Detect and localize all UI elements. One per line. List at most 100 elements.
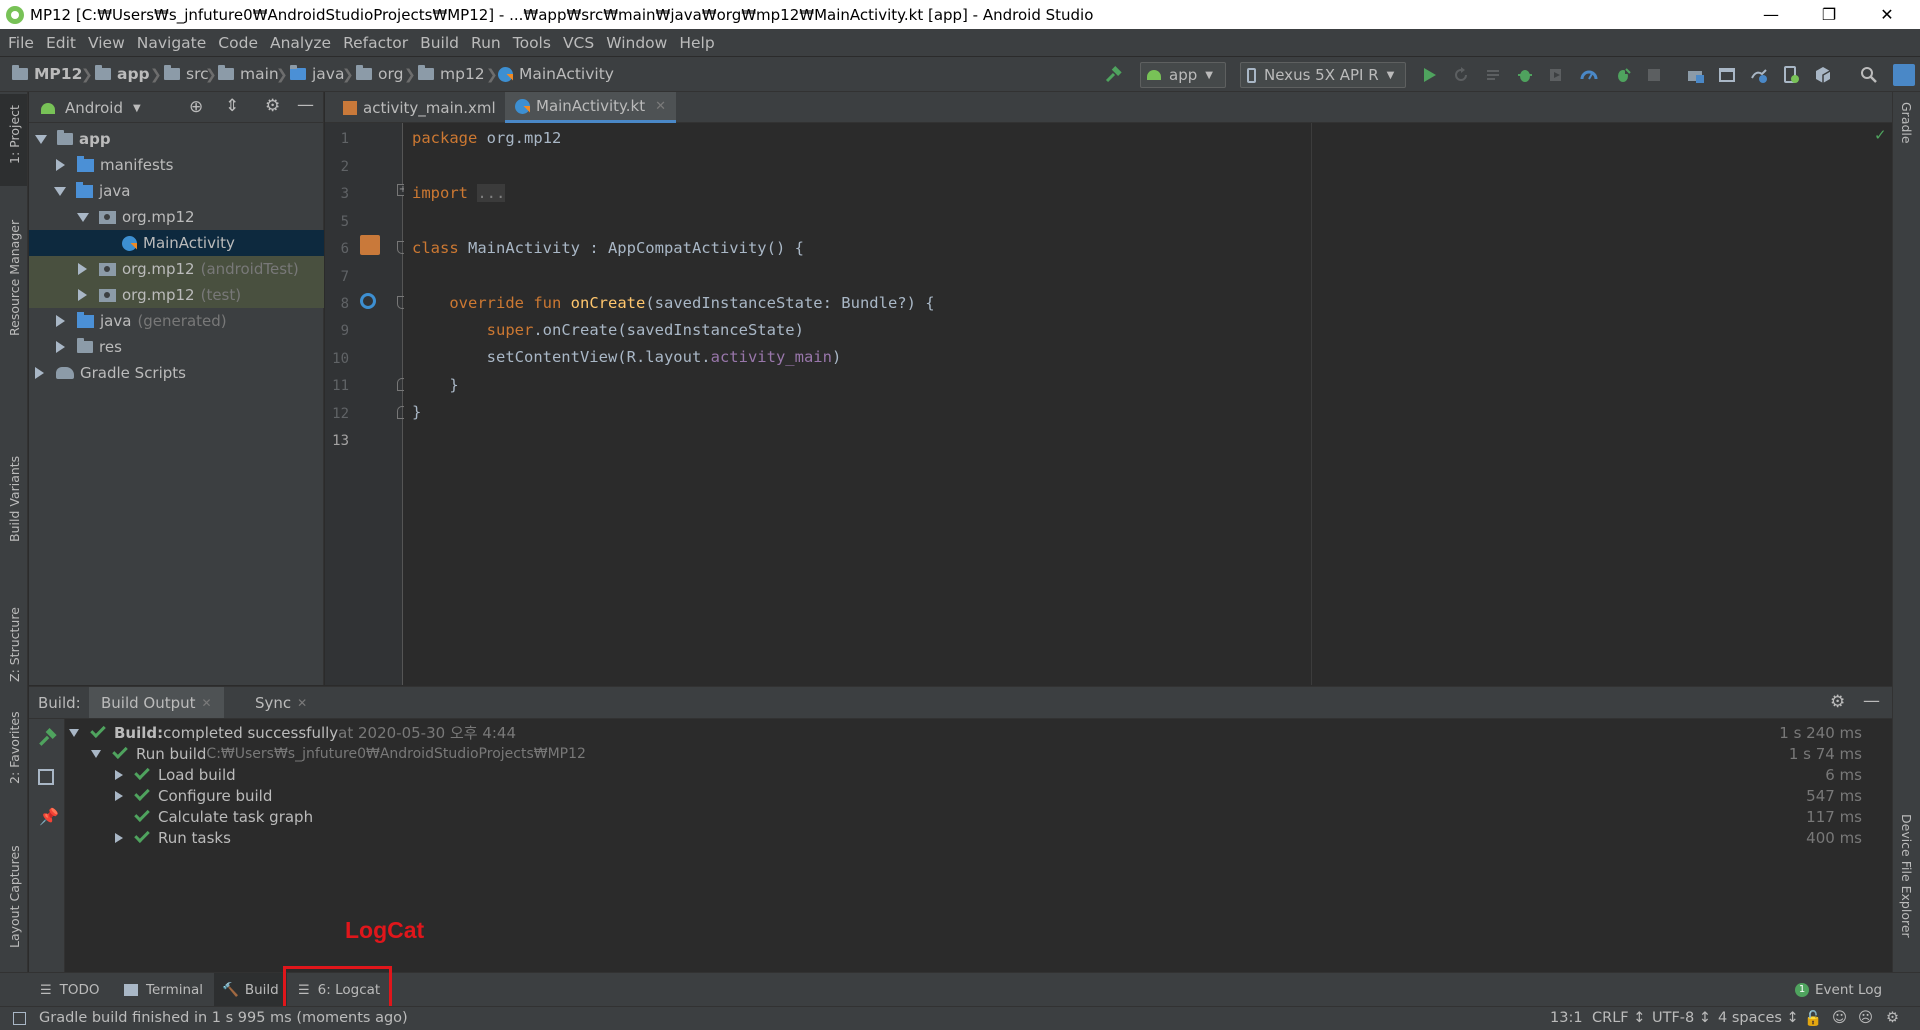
memory-indicator-icon[interactable]: ⚙ [1886, 1010, 1899, 1026]
apply-changes-icon[interactable] [1452, 66, 1470, 84]
tree-item-mainactivity[interactable]: MainActivity [29, 230, 324, 256]
code-editor[interactable]: package org.mp12 import ... class MainAc… [404, 123, 1892, 685]
breadcrumb-mp12[interactable]: MP12 [12, 65, 82, 83]
tree-item-java-generated[interactable]: java (generated) [29, 308, 324, 334]
menu-file[interactable]: File [8, 34, 34, 52]
gear-icon[interactable]: ⚙ [265, 96, 280, 116]
device-select[interactable]: Nexus 5X API R ▼ [1240, 62, 1406, 88]
menu-vcs[interactable]: VCS [563, 34, 594, 52]
close-button[interactable]: ✕ [1858, 0, 1916, 29]
avd-manager-icon[interactable] [1782, 66, 1800, 84]
sad-face-icon[interactable]: ☹ [1858, 1010, 1873, 1026]
build-row-run-build[interactable]: Run build C:₩Users₩s_jnfuture0₩AndroidSt… [91, 742, 586, 764]
indent-setting[interactable]: 4 spaces ↕ [1718, 1010, 1799, 1026]
caret-position[interactable]: 13:1 [1550, 1010, 1583, 1026]
breadcrumb-mainactivity[interactable]: MainActivity [498, 65, 614, 83]
build-row-load-build[interactable]: Load build [115, 763, 236, 785]
close-tab-icon[interactable]: ✕ [202, 696, 212, 710]
device-manager-icon[interactable] [1718, 66, 1736, 84]
project-view-select[interactable]: Android ▼ [41, 99, 141, 117]
tab-sync[interactable]: Sync ✕ [247, 687, 315, 718]
tool-tab-build-variants[interactable]: Build Variants [7, 456, 22, 542]
tree-item-res[interactable]: res [29, 334, 324, 360]
menu-analyze[interactable]: Analyze [270, 34, 331, 52]
tool-tab-favorites[interactable]: 2: Favorites [7, 711, 22, 784]
close-tab-icon[interactable]: ✕ [655, 99, 666, 114]
attach-debugger-icon[interactable] [1614, 66, 1632, 84]
menu-run[interactable]: Run [471, 34, 501, 52]
breadcrumb-mp12-pkg[interactable]: mp12 [418, 65, 485, 83]
tree-item-gradle-scripts[interactable]: Gradle Scripts [29, 360, 324, 386]
locate-file-icon[interactable]: ⊕ [189, 97, 203, 117]
tool-tab-project[interactable]: 1: Project [7, 105, 22, 164]
breadcrumb-app[interactable]: app [95, 65, 150, 83]
breadcrumb-main[interactable]: main [218, 65, 279, 83]
lock-icon[interactable]: 🔓 [1804, 1010, 1822, 1027]
menu-build[interactable]: Build [420, 34, 459, 52]
tab-build-output[interactable]: Build Output ✕ [89, 687, 224, 718]
menu-navigate[interactable]: Navigate [137, 34, 207, 52]
run-icon[interactable] [1420, 66, 1438, 84]
folded-imports[interactable]: ... [477, 184, 506, 202]
toggle-tool-windows-icon[interactable] [13, 1012, 26, 1025]
apply-code-changes-icon[interactable] [1485, 66, 1503, 84]
menu-help[interactable]: Help [679, 34, 714, 52]
minimize-button[interactable]: — [1742, 0, 1800, 29]
sync-gradle-icon[interactable] [1750, 66, 1768, 84]
status-message[interactable]: Gradle build finished in 1 s 995 ms (mom… [39, 1010, 408, 1026]
rebuild-hammer-icon[interactable] [37, 728, 57, 748]
tool-tab-gradle[interactable]: Gradle [1899, 102, 1914, 144]
breadcrumb-org[interactable]: org [356, 65, 403, 83]
debug-icon[interactable] [1516, 66, 1534, 84]
menu-tools[interactable]: Tools [513, 34, 551, 52]
collapse-all-icon[interactable]: ⇕ [225, 96, 239, 116]
tab-activity-main-xml[interactable]: activity_main.xml✕ [333, 92, 527, 123]
menu-code[interactable]: Code [218, 34, 258, 52]
related-layout-icon[interactable] [360, 235, 380, 255]
breadcrumb-src[interactable]: src [164, 65, 209, 83]
hide-panel-icon[interactable]: — [297, 95, 314, 115]
make-project-hammer-icon[interactable] [1104, 66, 1122, 84]
build-row-calculate-task-graph[interactable]: Calculate task graph [134, 805, 313, 827]
tree-item-package-org-mp12[interactable]: org.mp12 [29, 204, 324, 230]
toggle-view-icon[interactable] [38, 769, 54, 785]
tree-item-app[interactable]: app [29, 126, 324, 152]
menu-window[interactable]: Window [606, 34, 667, 52]
tool-tab-layout-captures[interactable]: Layout Captures [7, 845, 22, 948]
sdk-manager-icon[interactable] [1814, 66, 1832, 84]
hide-panel-icon[interactable]: — [1863, 691, 1880, 711]
happy-face-icon[interactable]: ☺ [1832, 1010, 1847, 1026]
profile-icon[interactable] [1580, 66, 1598, 84]
tree-item-package-androidtest[interactable]: org.mp12 (androidTest) [29, 256, 324, 282]
tool-tab-todo[interactable]: ☰ TODO [40, 973, 100, 1007]
line-separator[interactable]: CRLF ↕ [1592, 1010, 1645, 1026]
run-with-coverage-icon[interactable] [1547, 66, 1565, 84]
menu-view[interactable]: View [88, 34, 125, 52]
pin-icon[interactable]: 📌 [39, 807, 59, 826]
tool-tab-terminal[interactable]: Terminal [124, 973, 203, 1007]
run-config-select[interactable]: app ▼ [1140, 62, 1226, 88]
build-row-configure-build[interactable]: Configure build [115, 784, 272, 806]
breadcrumb-java[interactable]: java [290, 65, 344, 83]
tool-tab-resource-manager[interactable]: Resource Manager [7, 220, 22, 336]
tree-item-java[interactable]: java [29, 178, 324, 204]
menu-refactor[interactable]: Refactor [343, 34, 408, 52]
overrides-method-icon[interactable] [360, 293, 376, 309]
gear-icon[interactable]: ⚙ [1830, 692, 1845, 712]
menu-edit[interactable]: Edit [46, 34, 76, 52]
project-structure-icon[interactable] [1687, 66, 1705, 84]
stop-icon[interactable] [1645, 66, 1663, 84]
tool-tab-structure[interactable]: Z: Structure [7, 607, 22, 682]
event-log-button[interactable]: 1 Event Log [1795, 973, 1882, 1007]
inspection-ok-icon[interactable]: ✓ [1874, 126, 1887, 144]
tool-tab-build[interactable]: 🔨 Build [214, 973, 287, 1007]
close-tab-icon[interactable]: ✕ [297, 696, 307, 710]
search-icon[interactable] [1860, 66, 1878, 84]
tool-tab-device-file-explorer[interactable]: Device File Explorer [1899, 814, 1914, 938]
tree-item-package-test[interactable]: org.mp12 (test) [29, 282, 324, 308]
build-row-completed[interactable]: Build: completed successfully at 2020-05… [69, 721, 516, 743]
user-avatar-icon[interactable] [1893, 64, 1915, 86]
tab-mainactivity-kt[interactable]: MainActivity.kt ✕ [505, 92, 677, 123]
tree-item-manifests[interactable]: manifests [29, 152, 324, 178]
file-encoding[interactable]: UTF-8 ↕ [1652, 1010, 1711, 1026]
